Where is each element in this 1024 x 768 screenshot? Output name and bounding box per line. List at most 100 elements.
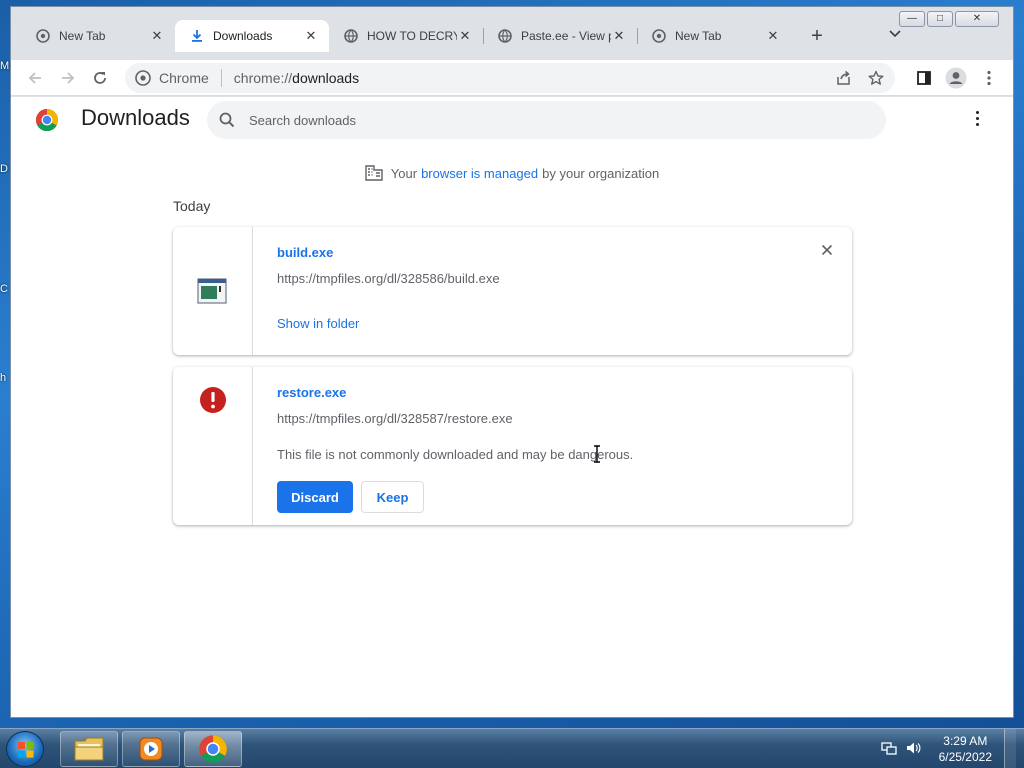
globe-icon bbox=[343, 28, 359, 44]
download-icon-column bbox=[173, 367, 253, 525]
tab-new-tab[interactable]: New Tab ✕ bbox=[637, 20, 791, 52]
clock[interactable]: 3:29 AM 6/25/2022 bbox=[939, 733, 992, 765]
more-vert-icon bbox=[987, 70, 991, 86]
close-icon bbox=[821, 244, 833, 256]
tab-how-to-decrypt[interactable]: HOW TO DECRYPT ✕ bbox=[329, 20, 483, 52]
chrome-icon bbox=[135, 70, 151, 86]
download-item: restore.exe https://tmpfiles.org/dl/3285… bbox=[173, 367, 852, 525]
taskbar-media-player[interactable] bbox=[122, 731, 180, 767]
danger-warning-text: This file is not commonly downloaded and… bbox=[277, 447, 634, 462]
tab-list: New Tab ✕ Downloads ✕ HOW TO DECRYPT ✕ bbox=[21, 20, 791, 52]
managed-notice: Your browser is managed by your organiza… bbox=[11, 165, 1013, 181]
taskbar: 3:29 AM 6/25/2022 bbox=[0, 728, 1024, 768]
tab-title: New Tab bbox=[59, 29, 106, 43]
side-panel-icon bbox=[917, 71, 931, 85]
dot bbox=[975, 123, 979, 126]
clock-date: 6/25/2022 bbox=[938, 750, 992, 764]
date-heading: Today bbox=[173, 198, 211, 214]
page-title: Downloads bbox=[81, 105, 190, 130]
close-icon[interactable]: ✕ bbox=[457, 28, 473, 44]
managed-prefix: Your bbox=[390, 165, 418, 181]
text-cursor-icon bbox=[593, 445, 601, 466]
forward-button[interactable] bbox=[56, 66, 80, 90]
browser-toolbar: Chrome chrome://downloads bbox=[11, 60, 1013, 96]
chrome-icon bbox=[199, 735, 227, 763]
chrome-logo-icon bbox=[35, 108, 59, 137]
tab-title: Downloads bbox=[213, 29, 273, 43]
reload-icon bbox=[94, 72, 106, 84]
clock-time: 3:29 AM bbox=[943, 734, 988, 748]
omnibox-actions bbox=[833, 67, 887, 89]
tab-title: HOW TO DECRYPT bbox=[367, 29, 457, 43]
new-tab-button[interactable]: + bbox=[806, 25, 828, 47]
minimize-button[interactable]: — bbox=[899, 11, 925, 27]
chrome-window: — □ ✕ New Tab ✕ Downloads ✕ HOW TO DECR … bbox=[10, 6, 1014, 718]
exe-file-icon bbox=[197, 278, 227, 309]
start-button[interactable] bbox=[6, 731, 44, 767]
page-header: Downloads bbox=[11, 97, 1013, 141]
tab-paste-ee[interactable]: Paste.ee - View paste ✕ bbox=[483, 20, 637, 52]
site-chip[interactable]: Chrome bbox=[125, 70, 209, 86]
globe-icon bbox=[497, 28, 513, 44]
file-name-link[interactable]: restore.exe bbox=[277, 385, 346, 400]
close-icon[interactable]: ✕ bbox=[149, 28, 165, 44]
media-player-icon bbox=[139, 737, 163, 761]
network-icon[interactable] bbox=[880, 740, 897, 759]
download-item: build.exe https://tmpfiles.org/dl/328586… bbox=[173, 227, 852, 355]
show-desktop-button[interactable] bbox=[1004, 729, 1016, 768]
reload-button[interactable] bbox=[88, 66, 112, 90]
dot bbox=[975, 117, 979, 120]
window-controls: — □ ✕ bbox=[899, 11, 999, 27]
tab-downloads[interactable]: Downloads ✕ bbox=[175, 20, 329, 52]
bookmark-star-icon[interactable] bbox=[865, 67, 887, 89]
search-icon bbox=[219, 112, 235, 128]
tray-icons bbox=[880, 740, 921, 759]
tab-title: New Tab bbox=[675, 29, 722, 43]
building-icon bbox=[365, 165, 383, 181]
divider bbox=[220, 69, 222, 87]
managed-link[interactable]: browser is managed bbox=[421, 166, 538, 181]
chevron-down-icon bbox=[889, 30, 901, 38]
dot bbox=[975, 111, 979, 114]
url-text[interactable]: chrome://downloads bbox=[234, 70, 359, 86]
windows-logo-icon bbox=[18, 742, 34, 758]
remove-item-button[interactable] bbox=[818, 243, 836, 261]
folder-icon bbox=[74, 737, 104, 761]
system-tray: 3:29 AM 6/25/2022 bbox=[880, 729, 1016, 768]
avatar-icon bbox=[945, 67, 967, 89]
search-input[interactable] bbox=[249, 112, 849, 128]
taskbar-chrome[interactable] bbox=[184, 731, 242, 767]
maximize-button[interactable]: □ bbox=[927, 11, 953, 27]
share-icon[interactable] bbox=[833, 67, 855, 89]
search-box[interactable] bbox=[207, 101, 886, 139]
side-panel-button[interactable] bbox=[912, 66, 936, 90]
site-chip-label: Chrome bbox=[159, 70, 209, 86]
close-icon[interactable]: ✕ bbox=[765, 28, 781, 44]
keep-button[interactable]: Keep bbox=[361, 481, 424, 513]
tab-title: Paste.ee - View paste bbox=[521, 29, 611, 43]
close-window-button[interactable]: ✕ bbox=[955, 11, 999, 27]
address-bar[interactable]: Chrome chrome://downloads bbox=[125, 63, 895, 93]
back-button[interactable] bbox=[23, 66, 47, 90]
show-in-folder-link[interactable]: Show in folder bbox=[277, 316, 359, 331]
globe-icon bbox=[651, 28, 667, 44]
download-icon bbox=[189, 28, 205, 44]
file-url: https://tmpfiles.org/dl/328587/restore.e… bbox=[277, 411, 513, 426]
arrow-right-icon bbox=[62, 72, 75, 84]
arrow-left-icon bbox=[28, 72, 41, 84]
file-url: https://tmpfiles.org/dl/328586/build.exe bbox=[277, 271, 500, 286]
file-name-link[interactable]: build.exe bbox=[277, 245, 333, 260]
tab-search-button[interactable] bbox=[885, 27, 905, 41]
browser-menu-button[interactable] bbox=[977, 66, 1001, 90]
managed-suffix: by your organization bbox=[542, 165, 660, 181]
discard-button[interactable]: Discard bbox=[277, 481, 353, 513]
volume-icon[interactable] bbox=[905, 740, 921, 759]
taskbar-explorer[interactable] bbox=[60, 731, 118, 767]
downloads-menu-button[interactable] bbox=[969, 111, 985, 126]
profile-button[interactable] bbox=[944, 66, 968, 90]
close-icon[interactable]: ✕ bbox=[611, 28, 627, 44]
downloads-page: Downloads Your browser is managed by you… bbox=[11, 97, 1013, 717]
tab-new-tab[interactable]: New Tab ✕ bbox=[21, 20, 175, 52]
download-icon-column bbox=[173, 227, 253, 355]
close-icon[interactable]: ✕ bbox=[303, 28, 319, 44]
